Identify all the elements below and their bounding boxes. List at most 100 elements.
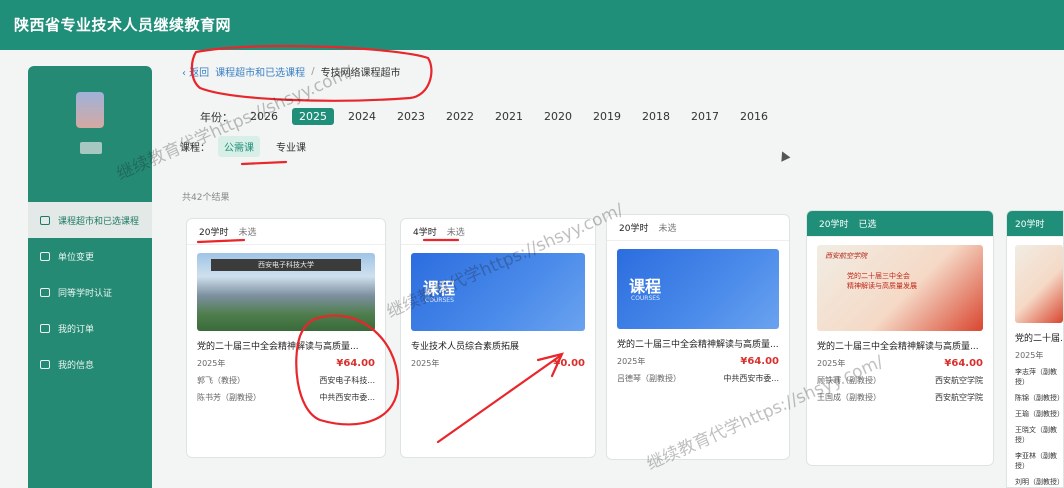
teacher-institution: 西安航空学院 (935, 376, 983, 385)
course-title[interactable]: 专业技术人员综合素质拓展 (411, 339, 585, 352)
teacher-institution: 中共西安市委... (319, 393, 375, 402)
course-hours: 20学时 (1015, 220, 1045, 230)
year-option-2019[interactable]: 2019 (586, 108, 628, 125)
teacher-institution: 中共西安市委... (723, 374, 779, 383)
avatar (76, 92, 104, 128)
briefcase-icon (40, 215, 50, 225)
building-icon (40, 251, 50, 261)
mouse-cursor-icon (777, 149, 791, 162)
sidebar-item-label: 课程超市和已选课程 (58, 216, 140, 227)
course-card[interactable]: 20学时 党的二十届... 2025年 李志萍（副教授） 陈锦（副教授） 王瑜（… (1006, 210, 1064, 488)
course-card[interactable]: 4学时 未选 课程 COURSES 专业技术人员综合素质拓展 2025年 ¥0.… (400, 218, 596, 458)
sidebar-item-label: 我的信息 (58, 360, 95, 371)
card-header: 20学时 (1007, 211, 1063, 237)
year-option-2020[interactable]: 2020 (537, 108, 579, 125)
teacher-institution: 西安航空学院 (935, 393, 983, 402)
course-year: 2025年 (197, 359, 226, 368)
sidebar-item-course-market[interactable]: 课程超市和已选课程 (28, 202, 152, 238)
teacher-name: 刘明（副教授） (1015, 478, 1064, 486)
teacher-name: 顾铁骞（副教授） (817, 376, 881, 385)
course-hours: 4学时 (413, 228, 437, 238)
course-card[interactable]: 20学时 未选 西安电子科技大学 党的二十届三中全会精神解读与高质量... 20… (186, 218, 386, 458)
course-year: 2025年 (1015, 351, 1044, 360)
course-type-filter: 课程： 公需课 专业课 (180, 136, 322, 157)
course-price: ¥0.00 (553, 358, 585, 369)
breadcrumb-parent[interactable]: 课程超市和已选课程 (215, 64, 305, 79)
course-type-label: 课程： (180, 143, 210, 154)
course-year: 2025年 (817, 359, 846, 368)
course-title[interactable]: 党的二十届三中全会精神解读与高质量... (197, 339, 375, 352)
order-icon (40, 323, 50, 333)
card-header: 4学时 未选 (401, 219, 595, 245)
user-name-blurred (80, 142, 102, 154)
course-type-public[interactable]: 公需课 (218, 136, 260, 157)
teacher-name: 王晓文（副教授） (1015, 426, 1057, 444)
course-card[interactable]: 20学时 已选 西安航空学院 党的二十届三中全会 精神解读与高质量发展 党的二十… (806, 210, 994, 466)
certificate-icon (40, 287, 50, 297)
sidebar-item-my-info[interactable]: 我的信息 (28, 346, 152, 382)
sidebar-item-unit-change[interactable]: 单位变更 (28, 238, 152, 274)
sidebar: 课程超市和已选课程 单位变更 同等学时认证 我的订单 我的信息 (28, 66, 152, 488)
site-title: 陕西省专业技术人员继续教育网 (14, 16, 232, 34)
sidebar-item-label: 我的订单 (58, 324, 95, 335)
teacher-name: 王国成（副教授） (817, 393, 881, 402)
card-header: 20学时 已选 (807, 211, 993, 237)
year-option-2026[interactable]: 2026 (243, 108, 285, 125)
teacher-name: 王瑜（副教授） (1015, 410, 1064, 418)
back-link[interactable]: ‹ 返回 (182, 64, 209, 79)
year-option-2024[interactable]: 2024 (341, 108, 383, 125)
course-year: 2025年 (411, 359, 440, 368)
course-title[interactable]: 党的二十届... (1015, 331, 1063, 344)
annotation-underline-course-type (240, 160, 288, 166)
sidebar-item-my-orders[interactable]: 我的订单 (28, 310, 152, 346)
course-thumbnail (1015, 245, 1063, 323)
sidebar-item-label: 单位变更 (58, 252, 95, 263)
course-card[interactable]: 20学时 未选 课程 COURSES 党的二十届三中全会精神解读与高质量... … (606, 214, 790, 460)
card-header: 20学时 未选 (187, 219, 385, 245)
course-price: ¥64.00 (740, 356, 779, 367)
thumbnail-caption: 西安电子科技大学 (211, 259, 361, 271)
sidebar-nav: 课程超市和已选课程 单位变更 同等学时认证 我的订单 我的信息 (28, 202, 152, 382)
year-filter-label: 年份： (200, 110, 233, 124)
teacher-name: 李志萍（副教授） (1015, 368, 1057, 386)
course-status: 未选 (446, 228, 465, 238)
site-header: 陕西省专业技术人员继续教育网 (0, 0, 1064, 50)
breadcrumb-separator: / (311, 66, 315, 77)
year-option-2025[interactable]: 2025 (292, 108, 334, 125)
year-option-2022[interactable]: 2022 (439, 108, 481, 125)
course-status: 已选 (858, 220, 877, 230)
year-option-2018[interactable]: 2018 (635, 108, 677, 125)
thumbnail-logo: 西安航空学院 (825, 252, 867, 260)
teacher-name: 陈锦（副教授） (1015, 394, 1064, 402)
course-status: 未选 (658, 224, 677, 234)
sidebar-item-hours-certification[interactable]: 同等学时认证 (28, 274, 152, 310)
course-hours: 20学时 (199, 228, 229, 238)
thumbnail-title: 课程 (423, 279, 456, 298)
course-title[interactable]: 党的二十届三中全会精神解读与高质量... (617, 337, 779, 350)
course-hours: 20学时 (619, 224, 649, 234)
thumbnail-title: 课程 (629, 277, 662, 296)
year-option-2016[interactable]: 2016 (733, 108, 775, 125)
sidebar-item-label: 同等学时认证 (58, 288, 113, 299)
course-status: 未选 (238, 228, 257, 238)
year-option-2023[interactable]: 2023 (390, 108, 432, 125)
year-filter: 年份： 2026 2025 2024 2023 2022 2021 2020 2… (200, 108, 782, 125)
breadcrumb-current: 专技网络课程超市 (320, 68, 401, 79)
thumbnail-subtitle: COURSES (631, 295, 660, 302)
teacher-name: 吕德琴（副教授） (617, 374, 681, 383)
course-hours: 20学时 (819, 220, 849, 230)
course-thumbnail: 西安航空学院 党的二十届三中全会 精神解读与高质量发展 (817, 245, 983, 331)
course-year: 2025年 (617, 357, 646, 366)
course-price: ¥64.00 (944, 358, 983, 369)
user-icon (40, 359, 50, 369)
year-option-2021[interactable]: 2021 (488, 108, 530, 125)
course-title[interactable]: 党的二十届三中全会精神解读与高质量... (817, 339, 983, 352)
card-header: 20学时 未选 (607, 215, 789, 241)
teacher-name: 郭飞（教授） (197, 376, 245, 385)
course-type-professional[interactable]: 专业课 (270, 136, 312, 157)
result-count: 共42个结果 (182, 193, 230, 203)
teacher-institution: 西安电子科技... (319, 376, 375, 385)
year-option-2017[interactable]: 2017 (684, 108, 726, 125)
thumbnail-title: 党的二十届三中全会 精神解读与高质量发展 (847, 272, 917, 290)
teacher-name: 陈书芳（副教授） (197, 393, 261, 402)
